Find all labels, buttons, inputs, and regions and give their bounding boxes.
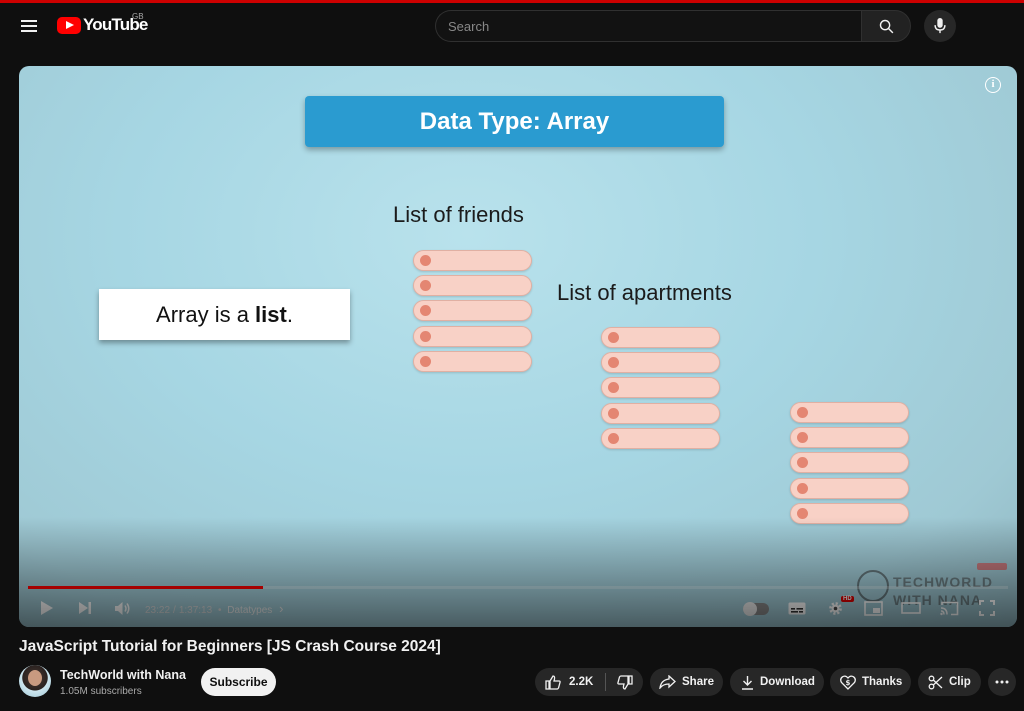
youtube-logo[interactable]: YouTube GB — [57, 12, 148, 36]
current-time: 23:22 — [145, 605, 171, 616]
thumbs-up-icon — [545, 674, 561, 690]
apartments-list-graphic — [601, 327, 720, 453]
voice-search-button[interactable] — [924, 10, 956, 42]
more-horizontal-icon — [995, 680, 1009, 684]
caption-friends: List of friends — [393, 202, 524, 227]
share-button[interactable]: Share — [650, 668, 723, 696]
download-icon — [742, 675, 753, 690]
chapter-bullet: • — [217, 605, 222, 616]
video-title: JavaScript Tutorial for Beginners [JS Cr… — [19, 638, 441, 655]
list-item — [790, 427, 909, 449]
time-separator: / — [173, 605, 176, 616]
theater-mode-icon — [901, 602, 921, 614]
list-item — [790, 452, 909, 474]
subscriber-count: 1.05M subscribers — [60, 686, 142, 697]
array-definition-box: Array is a list. — [99, 289, 350, 340]
country-code: GB — [132, 12, 144, 21]
scissors-icon — [928, 675, 943, 689]
array-box-suffix: . — [286, 302, 293, 327]
volume-button[interactable] — [110, 596, 134, 620]
miniplayer-icon — [863, 600, 883, 616]
skip-next-icon — [79, 602, 91, 614]
cast-button[interactable] — [937, 596, 961, 620]
slide-title: Data Type: Array — [305, 96, 724, 147]
channel-name[interactable]: TechWorld with Nana — [60, 668, 186, 682]
fullscreen-icon — [979, 600, 995, 616]
list-item — [790, 402, 909, 423]
thumbs-down-icon — [616, 674, 633, 690]
search-button[interactable] — [861, 10, 911, 42]
list-item — [601, 327, 720, 348]
search-input[interactable] — [435, 10, 861, 42]
chapter-chevron-icon[interactable]: › — [279, 601, 283, 616]
theater-mode-button[interactable] — [899, 596, 923, 620]
list-item — [790, 477, 909, 499]
dislike-button[interactable] — [606, 668, 643, 696]
search-icon — [879, 19, 893, 33]
miniplayer-button[interactable] — [861, 596, 885, 620]
time-display: 23:22/1:37:13 • Datatypes › — [145, 601, 283, 616]
like-button[interactable]: 2.2K — [535, 668, 605, 696]
friends-list-graphic — [413, 250, 532, 376]
menu-icon[interactable] — [14, 11, 44, 41]
youtube-play-icon — [57, 16, 81, 34]
volume-icon — [114, 601, 129, 615]
list-item — [413, 250, 532, 271]
subtitles-button[interactable] — [785, 596, 809, 620]
third-list-graphic — [790, 402, 909, 528]
array-box-prefix: Array is a — [156, 302, 256, 327]
share-label: Share — [682, 676, 714, 688]
share-icon — [659, 675, 676, 689]
list-item — [601, 427, 720, 449]
gear-icon — [828, 601, 842, 615]
search-bar — [435, 10, 911, 42]
duration: 1:37:13 — [178, 605, 213, 616]
list-item — [601, 352, 720, 374]
progress-played — [28, 586, 264, 589]
list-item — [790, 502, 909, 524]
progress-bar[interactable] — [28, 586, 1008, 589]
info-icon[interactable]: i — [985, 77, 1001, 93]
microphone-icon — [934, 18, 946, 34]
svg-text:$: $ — [846, 679, 851, 687]
channel-avatar[interactable] — [19, 665, 51, 697]
like-dislike-group: 2.2K — [535, 668, 643, 696]
masthead: YouTube GB — [0, 3, 1024, 48]
autoplay-toggle[interactable] — [743, 602, 769, 616]
fullscreen-button[interactable] — [975, 596, 999, 620]
list-item — [413, 350, 532, 372]
hd-badge: HD — [841, 596, 854, 602]
list-item — [413, 300, 532, 322]
clip-label: Clip — [949, 676, 971, 688]
list-item — [601, 377, 720, 399]
download-button[interactable]: Download — [730, 668, 824, 696]
list-item — [601, 402, 720, 424]
next-button[interactable] — [73, 596, 97, 620]
caption-apartments: List of apartments — [557, 280, 732, 305]
subscribe-button[interactable]: Subscribe — [201, 668, 276, 696]
like-count: 2.2K — [569, 676, 594, 688]
list-item — [413, 275, 532, 297]
download-label: Download — [760, 676, 815, 688]
super-thanks-icon: $ — [840, 674, 856, 690]
play-button[interactable] — [35, 596, 59, 620]
subtitles-icon — [788, 602, 806, 614]
watermark-badge — [977, 563, 1007, 570]
list-item — [413, 325, 532, 347]
play-icon — [41, 601, 53, 615]
thanks-label: Thanks — [862, 676, 903, 688]
more-actions-button[interactable] — [988, 668, 1016, 696]
video-player[interactable]: i Data Type: Array List of friends List … — [19, 66, 1017, 627]
chapter-title[interactable]: Datatypes — [227, 605, 272, 616]
cast-icon — [939, 601, 958, 615]
thanks-button[interactable]: $ Thanks — [830, 668, 911, 696]
clip-button[interactable]: Clip — [918, 668, 981, 696]
array-box-bold: list — [255, 302, 287, 327]
